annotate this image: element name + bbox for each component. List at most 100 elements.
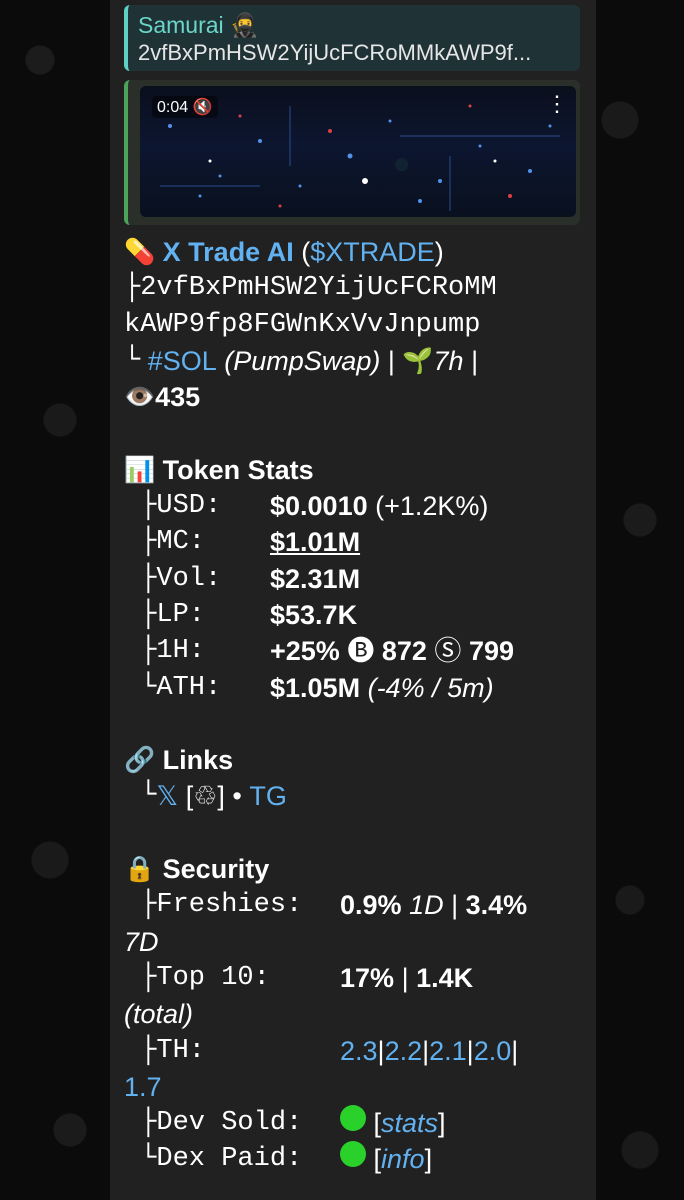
sell-count: 799 bbox=[468, 636, 514, 667]
tree-branch: ├ bbox=[140, 1108, 157, 1139]
address-line-2: kAWP9fp8FGWnKxVvJnpump bbox=[124, 307, 580, 343]
stat-label: USD: bbox=[156, 491, 222, 522]
pill-icon: 💊 bbox=[124, 238, 156, 266]
link-icon: 🔗 bbox=[124, 746, 156, 775]
sec-freshies: ├Freshies: 0.9% 1D | 3.4% bbox=[124, 887, 580, 923]
x-link[interactable]: 𝕏 bbox=[156, 778, 178, 814]
tree-end: └ bbox=[124, 345, 141, 376]
tree-branch: ├ bbox=[140, 890, 157, 921]
x-extra-link[interactable]: [♲] bbox=[186, 778, 225, 814]
green-circle-icon bbox=[340, 1141, 366, 1168]
links-heading: 🔗 Links bbox=[124, 742, 580, 778]
tree-branch: ├ bbox=[124, 273, 141, 304]
links-title: Links bbox=[162, 745, 234, 776]
telegram-link[interactable]: TG bbox=[249, 778, 287, 814]
sec-label: Dex Paid: bbox=[156, 1144, 303, 1175]
bar-chart-icon: 📊 bbox=[124, 455, 156, 484]
reply-preview[interactable]: Samurai 🥷 2vfBxPmHSW2YijUcFCRoMMkAWP9f..… bbox=[124, 5, 580, 71]
video-preview-card[interactable]: 0:04 🔇 ⋮ bbox=[124, 80, 580, 225]
token-age: 7h bbox=[433, 345, 464, 376]
holder-link[interactable]: 2.2 bbox=[385, 1033, 423, 1069]
separator: | bbox=[387, 345, 395, 376]
sec-th: ├TH: 2.3 | 2.2 | 2.1 | 2.0 | bbox=[124, 1033, 580, 1069]
period-7d: 7D bbox=[124, 926, 159, 957]
tree-branch: ├ bbox=[140, 527, 157, 558]
top10-total: 1.4K bbox=[416, 962, 474, 993]
holder-link[interactable]: 2.1 bbox=[429, 1033, 467, 1069]
video-player[interactable]: 0:04 🔇 ⋮ bbox=[140, 86, 576, 217]
market-cap-link[interactable]: $1.01M bbox=[270, 524, 360, 560]
sec-dex-paid: └Dex Paid: [info] bbox=[124, 1141, 580, 1177]
more-vertical-icon[interactable]: ⋮ bbox=[546, 93, 568, 115]
tree-branch: ├ bbox=[140, 491, 157, 522]
liquidity-value: $53.7K bbox=[270, 599, 358, 630]
tree-branch: ├ bbox=[140, 1035, 157, 1066]
chain-hashtag[interactable]: #SOL bbox=[148, 343, 217, 379]
freshies-1d: 0.9% bbox=[340, 890, 402, 921]
stat-label: ATH: bbox=[156, 672, 222, 703]
stats-link[interactable]: stats bbox=[381, 1105, 438, 1141]
token-name-link[interactable]: X Trade AI bbox=[163, 234, 294, 270]
separator: | bbox=[466, 1035, 474, 1066]
mute-icon[interactable]: 🔇 bbox=[193, 99, 213, 116]
separator: | bbox=[451, 890, 459, 921]
address-line-1: ├ 2vfBxPmHSW2YijUcFCRoMM bbox=[124, 270, 580, 306]
stat-label: MC: bbox=[156, 527, 206, 558]
video-time: 0:04 bbox=[157, 99, 189, 116]
top10-pct: 17% bbox=[340, 962, 395, 993]
volume-value: $2.31M bbox=[270, 563, 361, 594]
seedling-icon: 🌱 bbox=[402, 346, 434, 375]
stat-vol: ├Vol: $2.31M bbox=[124, 561, 580, 597]
separator: | bbox=[422, 1035, 430, 1066]
tree-branch: ├ bbox=[140, 962, 157, 993]
sec-label: Freshies: bbox=[156, 890, 303, 921]
video-duration: 0:04 🔇 bbox=[152, 96, 218, 118]
ath-note: (-4% / 5m) bbox=[367, 672, 494, 703]
ticker-open-paren: ( bbox=[301, 237, 311, 267]
sec-label: Top 10: bbox=[156, 962, 270, 993]
holder-link[interactable]: 2.0 bbox=[474, 1033, 512, 1069]
views-line: 👁️ 435 bbox=[124, 379, 580, 415]
info-link[interactable]: info bbox=[381, 1141, 425, 1177]
stat-label: 1H: bbox=[156, 636, 206, 667]
top10-note: (total) bbox=[124, 999, 194, 1030]
tree-end: └ bbox=[140, 672, 157, 703]
stat-usd: ├USD: $0.0010 (+1.2K%) bbox=[124, 488, 580, 524]
hour-change: +25% bbox=[270, 636, 340, 667]
green-circle-icon bbox=[340, 1105, 366, 1132]
separator-dot: • bbox=[232, 781, 242, 812]
holder-link[interactable]: 1.7 bbox=[124, 1069, 162, 1105]
stat-label: Vol: bbox=[156, 563, 222, 594]
sell-icon: Ⓢ bbox=[434, 636, 462, 667]
contract-address-part2[interactable]: kAWP9fp8FGWnKxVvJnpump bbox=[124, 307, 480, 343]
contract-address-part1[interactable]: 2vfBxPmHSW2YijUcFCRoMM bbox=[140, 270, 496, 306]
freshies-7d: 3.4% bbox=[465, 890, 528, 921]
message-text: 💊 X Trade AI ($XTRADE) ├ 2vfBxPmHSW2YijUc… bbox=[124, 234, 580, 1178]
separator: | bbox=[401, 962, 409, 993]
separator: | bbox=[471, 345, 479, 376]
tree-branch: ├ bbox=[140, 636, 157, 667]
sec-dev-sold: ├Dev Sold: [stats] bbox=[124, 1105, 580, 1141]
reply-text: 2vfBxPmHSW2YijUcFCRoMMkAWP9f... bbox=[138, 40, 532, 65]
token-header: 💊 X Trade AI ($XTRADE) bbox=[124, 234, 580, 270]
separator: | bbox=[511, 1035, 519, 1066]
sec-label: TH: bbox=[156, 1035, 206, 1066]
tree-end: └ bbox=[140, 1144, 157, 1175]
ath-value: $1.05M bbox=[270, 672, 361, 703]
stat-lp: ├LP: $53.7K bbox=[124, 597, 580, 633]
ticker-close-paren: ) bbox=[434, 237, 444, 267]
security-title: Security bbox=[162, 854, 270, 885]
stats-title: Token Stats bbox=[162, 454, 314, 485]
stat-1h: ├1H: +25% 🅑 872 Ⓢ 799 bbox=[124, 633, 580, 669]
separator: | bbox=[377, 1035, 385, 1066]
holder-link[interactable]: 2.3 bbox=[340, 1033, 378, 1069]
lock-icon: 🔒 bbox=[124, 855, 156, 884]
price-change: (+1.2K%) bbox=[375, 491, 489, 522]
tree-branch: ├ bbox=[140, 563, 157, 594]
dex-name: (PumpSwap) bbox=[224, 345, 381, 376]
tree-end: └ bbox=[140, 781, 157, 812]
ticker-link[interactable]: $XTRADE bbox=[310, 234, 435, 270]
price-value: $0.0010 bbox=[270, 491, 368, 522]
sec-th-wrap: 1.7 bbox=[124, 1069, 580, 1105]
eye-icon: 👁️ bbox=[124, 383, 156, 412]
